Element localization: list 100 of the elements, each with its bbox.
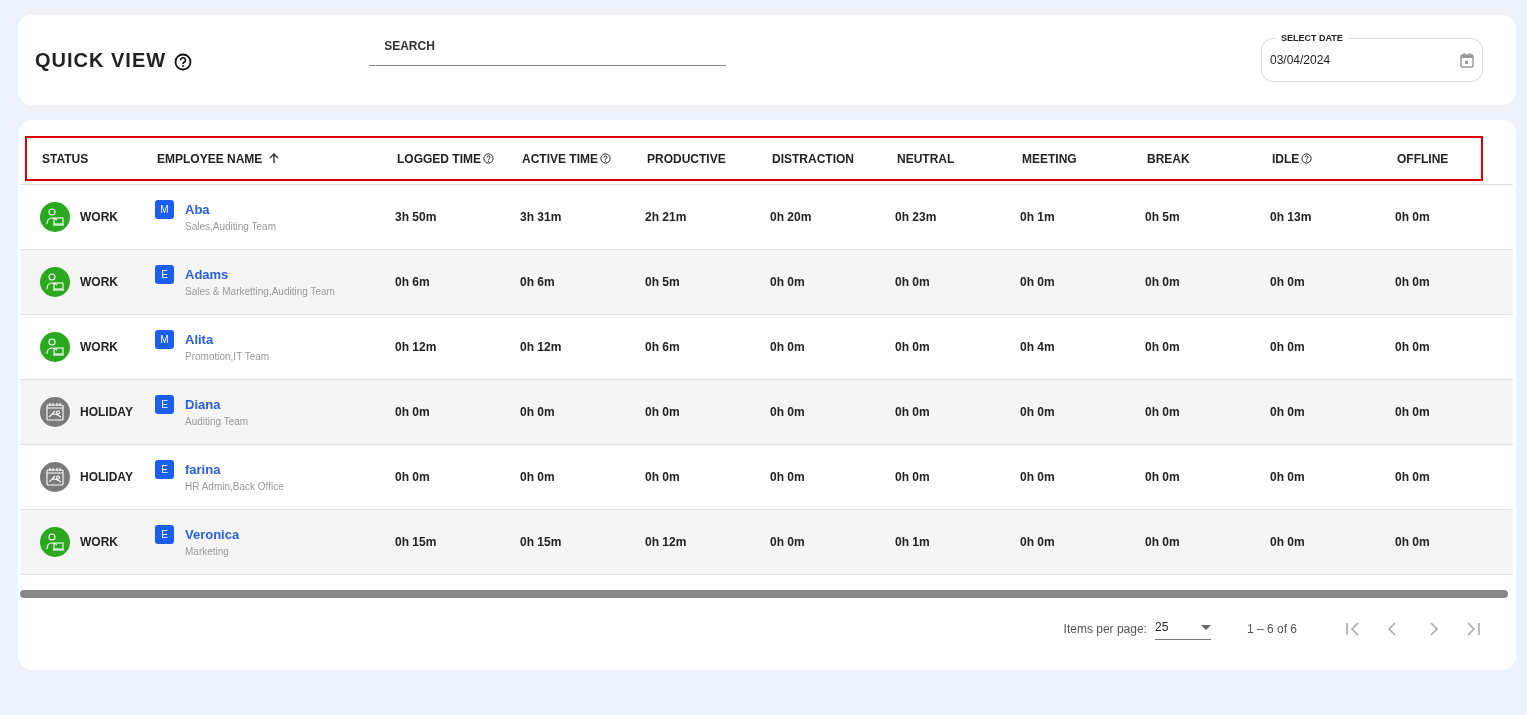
team-text: Auditing Team <box>185 415 249 430</box>
role-badge: E <box>155 524 174 544</box>
help-icon[interactable] <box>600 153 611 164</box>
role-badge: E <box>155 264 174 284</box>
time-value: 3h 50m <box>395 210 437 224</box>
sort-arrow-icon[interactable] <box>269 153 280 164</box>
time-value: 0h 0m <box>1395 210 1430 224</box>
employee-name-link[interactable]: Diana <box>185 394 249 415</box>
help-icon[interactable] <box>1301 153 1313 164</box>
time-value: 0h 0m <box>520 405 555 419</box>
time-value: 0h 20m <box>770 210 812 224</box>
time-value: 0h 6m <box>395 275 430 289</box>
time-value: 0h 0m <box>1270 470 1305 484</box>
time-value: 0h 23m <box>895 210 937 224</box>
column-header[interactable]: DISTRACTION <box>772 149 854 168</box>
time-value: 0h 0m <box>1020 275 1055 289</box>
time-value: 0h 1m <box>1020 210 1055 224</box>
calendar-icon[interactable] <box>1460 52 1474 68</box>
status-text: WORK <box>80 534 118 551</box>
team-text: Sales,Auditing Team <box>185 220 276 235</box>
column-header[interactable]: EMPLOYEE NAME <box>157 149 263 168</box>
employee-name-link[interactable]: Alita <box>185 329 270 350</box>
help-icon[interactable] <box>483 153 494 164</box>
help-icon[interactable] <box>174 53 193 71</box>
time-value: 0h 0m <box>1145 405 1180 419</box>
time-value: 0h 0m <box>770 275 805 289</box>
page-range-text: 1 – 6 of 6 <box>1246 621 1297 638</box>
items-per-page-label: Items per page: <box>1063 621 1147 638</box>
time-value: 0h 0m <box>1270 340 1305 354</box>
person-laptop-icon <box>40 527 70 557</box>
person-laptop-icon <box>40 332 70 362</box>
time-value: 0h 0m <box>1145 535 1180 549</box>
column-header[interactable]: OFFLINE <box>1397 149 1449 168</box>
employee-name-link[interactable]: Adams <box>185 264 335 285</box>
time-value: 0h 0m <box>395 405 430 419</box>
page-size-select[interactable]: 25 <box>1154 618 1211 640</box>
time-value: 0h 6m <box>645 340 680 354</box>
time-value: 0h 5m <box>645 275 680 289</box>
time-value: 0h 12m <box>395 340 437 354</box>
employee-name-link[interactable]: Veronica <box>185 524 240 545</box>
column-header[interactable]: IDLE <box>1272 149 1300 168</box>
time-value: 0h 12m <box>520 340 562 354</box>
calendar-picture-icon <box>40 462 70 492</box>
time-value: 0h 0m <box>1145 275 1180 289</box>
role-badge: M <box>155 199 174 219</box>
person-laptop-icon <box>40 267 70 297</box>
time-value: 0h 0m <box>645 405 680 419</box>
time-value: 0h 0m <box>1145 470 1180 484</box>
time-value: 0h 0m <box>1270 535 1305 549</box>
time-value: 0h 0m <box>520 470 555 484</box>
column-header[interactable]: STATUS <box>42 149 89 168</box>
time-value: 0h 0m <box>1395 535 1430 549</box>
time-value: 0h 0m <box>895 470 930 484</box>
time-value: 0h 0m <box>1145 340 1180 354</box>
role-badge: E <box>155 459 174 479</box>
column-header[interactable]: LOGGED TIME <box>397 149 481 168</box>
column-header[interactable]: MEETING <box>1022 149 1077 168</box>
role-badge: E <box>155 394 174 414</box>
status-text: WORK <box>80 339 118 356</box>
status-text: WORK <box>80 274 118 291</box>
page-title: QUICK VIEW <box>35 48 167 73</box>
time-value: 0h 0m <box>895 405 930 419</box>
time-value: 0h 6m <box>520 275 555 289</box>
column-header[interactable]: BREAK <box>1147 149 1190 168</box>
status-text: HOLIDAY <box>80 469 133 486</box>
time-value: 0h 0m <box>770 470 805 484</box>
time-value: 0h 0m <box>645 470 680 484</box>
time-value: 0h 1m <box>895 535 930 549</box>
horizontal-scrollbar[interactable] <box>20 590 1508 598</box>
time-value: 0h 0m <box>1395 405 1430 419</box>
dropdown-caret-icon[interactable] <box>1200 624 1211 630</box>
time-value: 0h 0m <box>1395 470 1430 484</box>
time-value: 0h 0m <box>395 470 430 484</box>
calendar-picture-icon <box>40 397 70 427</box>
time-value: 3h 31m <box>520 210 562 224</box>
date-value: 03/04/2024 <box>1270 52 1331 69</box>
time-value: 0h 5m <box>1145 210 1180 224</box>
time-value: 0h 0m <box>770 535 805 549</box>
team-text: Promotion,IT Team <box>185 350 270 365</box>
team-text: Sales & Marketting,Auditing Team <box>185 285 335 300</box>
time-value: 0h 0m <box>1395 275 1430 289</box>
time-value: 0h 15m <box>395 535 437 549</box>
time-value: 0h 0m <box>1270 405 1305 419</box>
time-value: 0h 13m <box>1270 210 1312 224</box>
column-header[interactable]: NEUTRAL <box>897 149 955 168</box>
column-header[interactable]: PRODUCTIVE <box>647 149 726 168</box>
time-value: 0h 15m <box>520 535 562 549</box>
time-value: 0h 0m <box>895 275 930 289</box>
team-text: Marketing <box>185 545 230 560</box>
time-value: 0h 0m <box>1270 275 1305 289</box>
search-field[interactable]: SEARCH <box>369 36 727 66</box>
employee-name-link[interactable]: Aba <box>185 199 276 220</box>
status-text: HOLIDAY <box>80 404 133 421</box>
column-header[interactable]: ACTIVE TIME <box>522 149 598 168</box>
time-value: 0h 0m <box>895 340 930 354</box>
employee-name-link[interactable]: farina <box>185 459 284 480</box>
time-value: 0h 4m <box>1020 340 1055 354</box>
time-value: 0h 0m <box>1020 535 1055 549</box>
time-value: 2h 21m <box>645 210 687 224</box>
role-badge: M <box>155 329 174 349</box>
